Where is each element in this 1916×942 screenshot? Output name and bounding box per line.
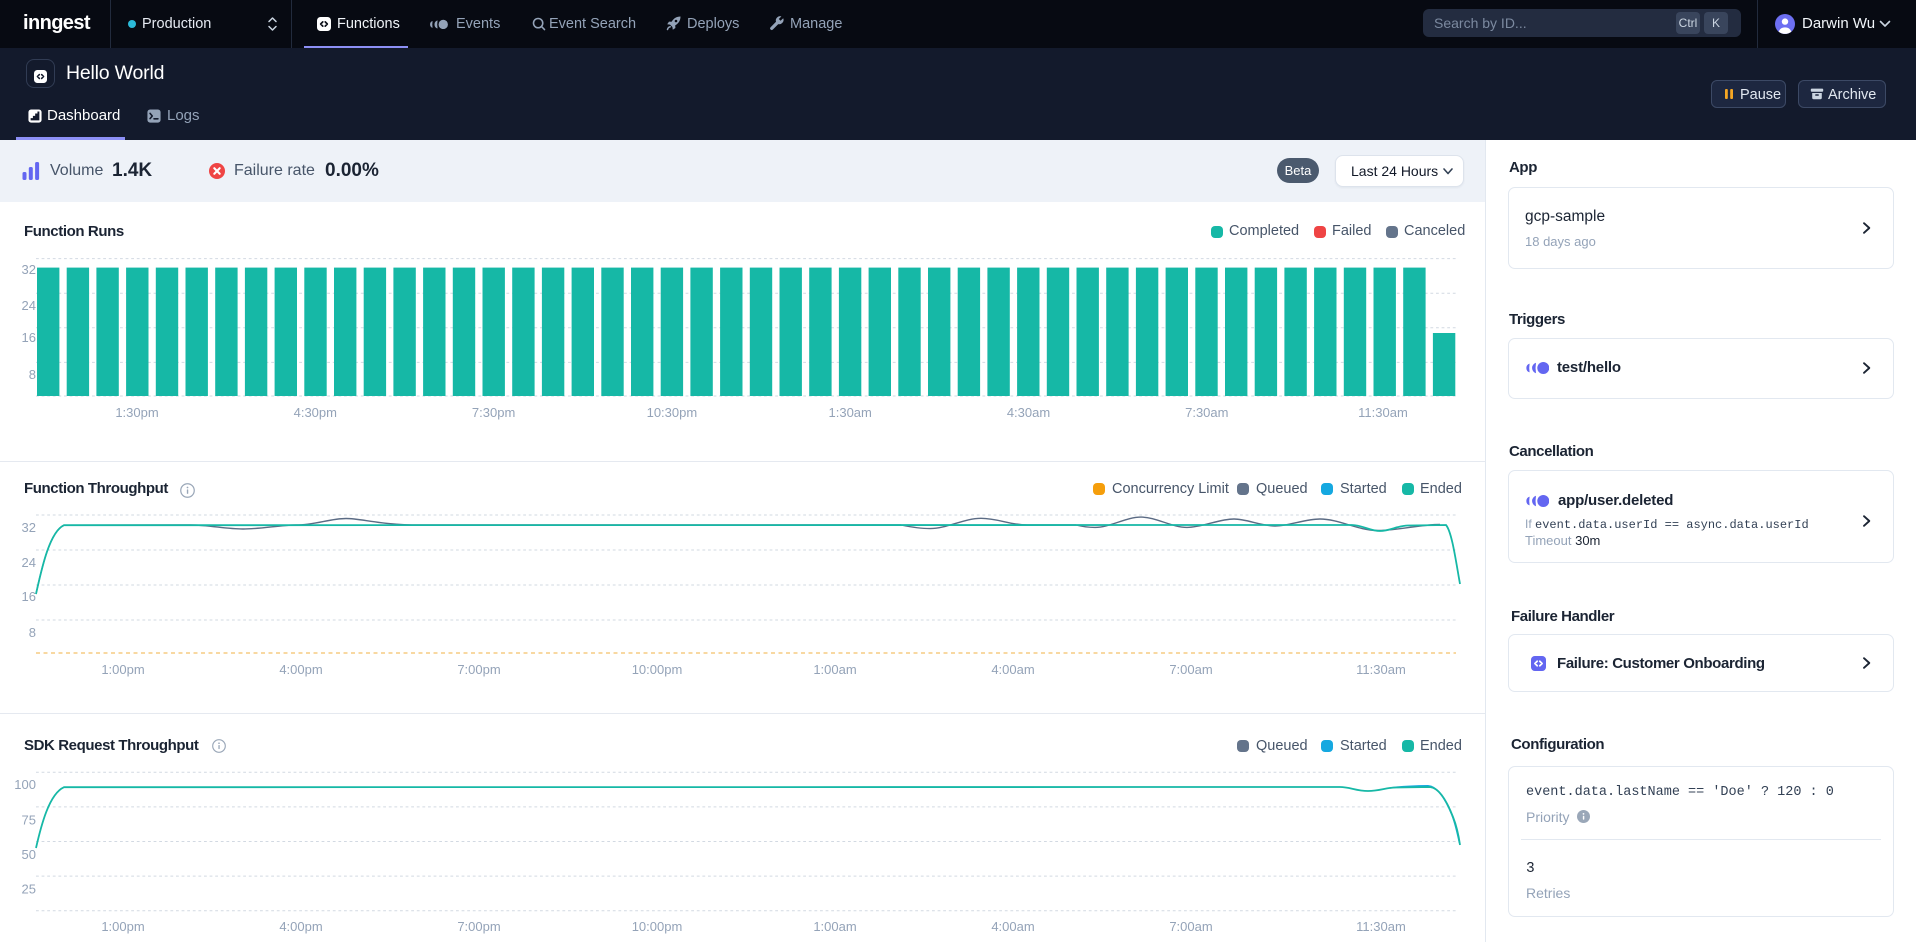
svg-text:1:00am: 1:00am: [813, 919, 856, 934]
svg-text:24: 24: [22, 298, 36, 313]
svg-text:4:00pm: 4:00pm: [279, 662, 322, 677]
svg-text:11:30am: 11:30am: [1358, 405, 1408, 420]
svg-text:10:30pm: 10:30pm: [647, 405, 698, 420]
svg-text:1:00pm: 1:00pm: [101, 919, 144, 934]
svg-text:7:00am: 7:00am: [1169, 919, 1212, 934]
svg-text:4:30am: 4:30am: [1007, 405, 1050, 420]
svg-text:10:00pm: 10:00pm: [632, 662, 683, 677]
svg-text:8: 8: [29, 367, 36, 382]
svg-text:75: 75: [22, 813, 36, 828]
svg-text:32: 32: [22, 262, 36, 277]
svg-text:10:00pm: 10:00pm: [632, 919, 683, 934]
svg-text:1:30am: 1:30am: [829, 405, 872, 420]
svg-text:25: 25: [22, 882, 36, 897]
svg-text:7:30pm: 7:30pm: [472, 405, 515, 420]
svg-text:24: 24: [22, 555, 36, 570]
svg-text:100: 100: [14, 777, 36, 792]
svg-text:4:30pm: 4:30pm: [294, 405, 337, 420]
svg-text:1:00am: 1:00am: [813, 662, 856, 677]
svg-text:1:00pm: 1:00pm: [101, 662, 144, 677]
svg-text:4:00am: 4:00am: [991, 919, 1034, 934]
svg-text:7:00am: 7:00am: [1169, 662, 1212, 677]
svg-text:7:00pm: 7:00pm: [457, 662, 500, 677]
svg-text:4:00pm: 4:00pm: [279, 919, 322, 934]
svg-text:7:00pm: 7:00pm: [457, 919, 500, 934]
svg-text:7:30am: 7:30am: [1185, 405, 1228, 420]
svg-text:16: 16: [22, 330, 36, 345]
svg-text:11:30am: 11:30am: [1356, 919, 1406, 934]
svg-text:16: 16: [22, 589, 36, 604]
svg-text:50: 50: [22, 847, 36, 862]
svg-text:32: 32: [22, 520, 36, 535]
svg-text:8: 8: [29, 625, 36, 640]
svg-text:1:30pm: 1:30pm: [115, 405, 158, 420]
svg-text:4:00am: 4:00am: [991, 662, 1034, 677]
svg-text:11:30am: 11:30am: [1356, 662, 1406, 677]
